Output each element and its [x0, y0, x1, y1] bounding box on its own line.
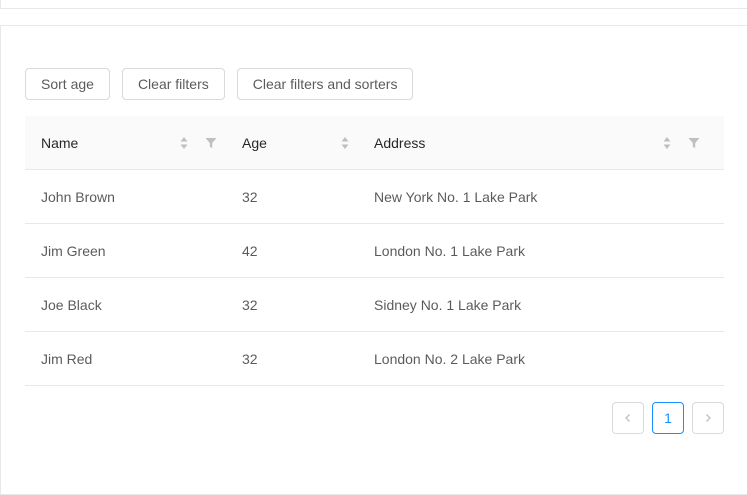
column-header-age[interactable]: Age: [226, 116, 358, 170]
top-card: [0, 0, 747, 9]
table-row: Jim Green 42 London No. 1 Lake Park: [25, 224, 724, 278]
cell-name: Jim Green: [41, 242, 106, 259]
table-header: Name Age Address: [25, 116, 724, 170]
prev-page-button[interactable]: [612, 402, 644, 434]
cell-name: Jim Red: [41, 350, 93, 367]
sort-icon[interactable]: [341, 136, 349, 150]
cell-address: London No. 1 Lake Park: [374, 242, 525, 259]
cell-address: Sidney No. 1 Lake Park: [374, 296, 522, 313]
table-row: John Brown 32 New York No. 1 Lake Park: [25, 170, 724, 224]
cell-age: 42: [242, 242, 258, 259]
next-page-button[interactable]: [692, 402, 724, 434]
table-row: Joe Black 32 Sidney No. 1 Lake Park: [25, 278, 724, 332]
chevron-left-icon: [625, 414, 630, 422]
column-header-label: Address: [374, 135, 426, 151]
page-item-current[interactable]: 1: [652, 402, 684, 434]
column-header-label: Name: [41, 135, 79, 151]
cell-age: 32: [242, 296, 258, 313]
toolbar: Sort age Clear filters Clear filters and…: [25, 68, 414, 100]
column-header-label: Age: [242, 135, 267, 151]
filter-icon[interactable]: [205, 137, 217, 149]
filter-icon[interactable]: [688, 137, 700, 149]
cell-name: Joe Black: [41, 296, 102, 313]
cell-address: London No. 2 Lake Park: [374, 350, 525, 367]
clear-filters-and-sorters-button[interactable]: Clear filters and sorters: [236, 68, 414, 100]
chevron-right-icon: [706, 414, 711, 422]
sort-icon[interactable]: [180, 136, 188, 150]
cell-age: 32: [242, 350, 258, 367]
column-header-address[interactable]: Address: [358, 116, 724, 170]
sort-icon[interactable]: [663, 136, 671, 150]
cell-age: 32: [242, 188, 258, 205]
table-row: Jim Red 32 London No. 2 Lake Park: [25, 332, 724, 386]
pagination: 1: [612, 402, 724, 434]
data-table: Name Age Address John Brown 32 New York …: [25, 116, 724, 386]
cell-address: New York No. 1 Lake Park: [374, 188, 538, 205]
cell-name: John Brown: [41, 188, 115, 205]
sort-age-button[interactable]: Sort age: [25, 68, 110, 100]
clear-filters-button[interactable]: Clear filters: [121, 68, 225, 100]
column-header-name[interactable]: Name: [25, 116, 226, 170]
